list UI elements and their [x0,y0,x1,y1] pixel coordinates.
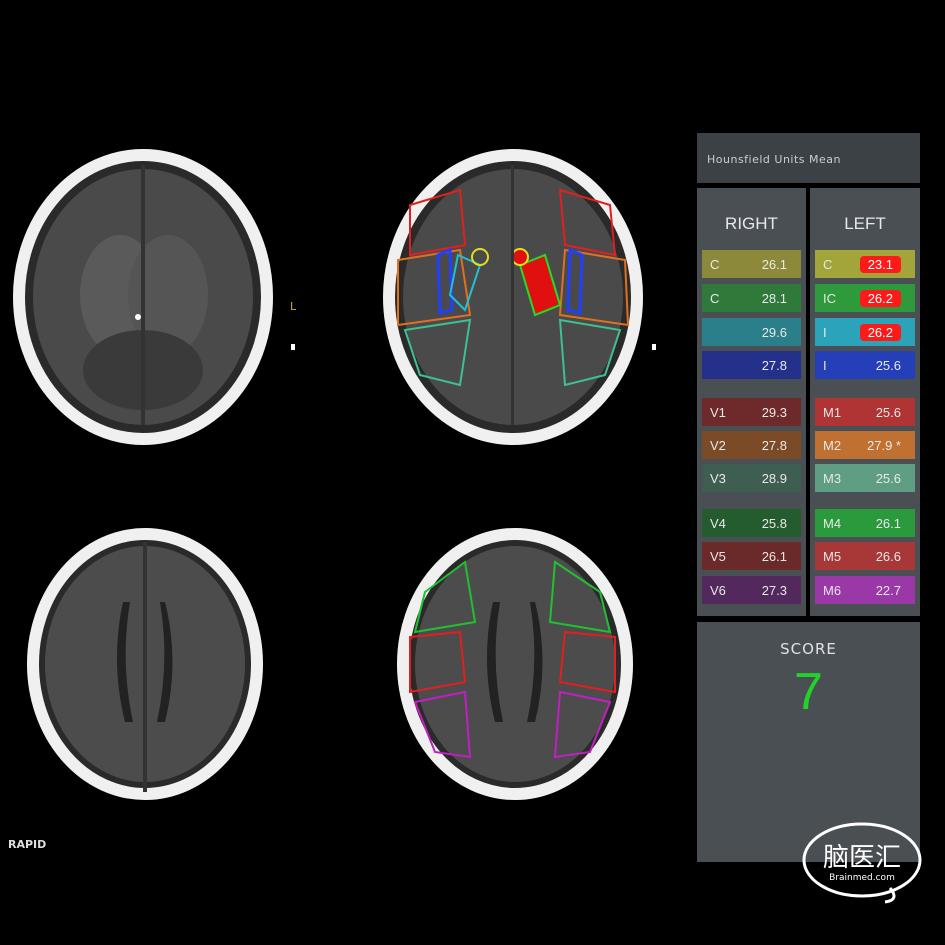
side-marker-l: L [290,300,297,313]
right-region-row: 27.8 [702,351,801,379]
left-region-label: IC [823,290,836,306]
right-region-row: V2 27.8 [702,431,801,459]
left-region-value: 26.6 [875,548,901,564]
right-region-row: C 28.1 [702,284,801,312]
right-region-label: C [710,290,720,306]
right-column-title: RIGHT [725,214,778,233]
right-hemisphere-column: RIGHT C 26.1 C 28.1 29.6 27.8 V1 29.3 V2 27.8 V3 28… [697,188,806,616]
ct-slice-lower-left [27,528,263,800]
left-region-row: IC 26.2 [815,284,915,312]
right-region-label: V5 [710,548,726,564]
left-region-row: I 26.2 [815,318,915,346]
left-hemisphere-column: LEFT C 23.1 IC 26.2 I 26.2 I 25.6 M1 25.6 M2 27.9 *… [810,188,920,616]
brainmed-logo: 脑医汇 Brainmed.com [800,818,928,904]
left-region-label: M3 [823,470,842,486]
left-region-label: M5 [823,548,842,564]
right-region-label: V2 [710,437,726,453]
right-region-value: 29.3 [761,404,787,420]
right-region-value: 26.1 [761,256,787,272]
svg-text:脑医汇: 脑医汇 [823,843,901,873]
right-region-row: V5 26.1 [702,542,801,570]
ct-slice-upper-left [13,149,273,445]
left-region-row: I 25.6 [815,351,915,379]
right-region-label: V1 [710,404,726,420]
side-marker-dot-2 [652,344,656,350]
right-region-value: 27.8 [761,357,787,373]
left-region-row: M2 27.9 * [815,431,915,459]
left-region-row: C 23.1 [815,250,915,278]
left-column-title: LEFT [844,214,886,233]
right-region-value: 28.9 [761,470,787,486]
right-region-value: 29.6 [761,324,787,340]
left-region-value: 26.2 [859,323,901,341]
ct-slice-upper-right-regions [383,149,643,445]
svg-text:Brainmed.com: Brainmed.com [829,873,895,883]
right-region-row: V3 28.9 [702,464,801,492]
left-region-row: M5 26.6 [815,542,915,570]
right-region-value: 26.1 [761,548,787,564]
right-region-label: V6 [710,582,726,598]
right-region-row: V4 25.8 [702,509,801,537]
right-region-row: 29.6 [702,318,801,346]
left-region-value: 25.6 [875,470,901,486]
left-region-label: C [823,256,833,272]
left-region-label: M4 [823,515,842,531]
left-region-label: M6 [823,582,842,598]
hu-panel-header: Hounsfield Units Mean [697,133,920,183]
score-value: 7 [794,663,823,721]
left-region-value: 25.6 [875,357,901,373]
right-region-value: 28.1 [761,290,787,306]
right-region-label: C [710,256,720,272]
right-region-value: 27.3 [761,582,787,598]
hu-panel-title: Hounsfield Units Mean [707,153,841,166]
left-region-value: 26.1 [875,515,901,531]
ct-slice-lower-right-regions [397,528,633,800]
right-region-value: 27.8 [761,437,787,453]
left-region-value: 27.9 * [867,437,901,453]
left-region-row: M6 22.7 [815,576,915,604]
left-region-row: M3 25.6 [815,464,915,492]
right-region-row: V6 27.3 [702,576,801,604]
left-region-row: M1 25.6 [815,398,915,426]
left-region-row: M4 26.1 [815,509,915,537]
left-region-value: 26.2 [859,289,901,307]
right-region-row: C 26.1 [702,250,801,278]
right-region-label: V3 [710,470,726,486]
left-region-label: I [823,357,827,373]
left-region-value: 23.1 [859,255,901,273]
left-region-label: I [823,324,827,340]
side-marker-dot [291,344,295,350]
right-region-row: V1 29.3 [702,398,801,426]
left-region-value: 22.7 [875,582,901,598]
left-region-label: M1 [823,404,842,420]
brand-label: RAPID [8,838,47,851]
right-region-value: 25.8 [761,515,787,531]
score-label: SCORE [780,640,837,658]
left-region-label: M2 [823,437,842,453]
right-region-label: V4 [710,515,726,531]
left-region-value: 25.6 [875,404,901,420]
